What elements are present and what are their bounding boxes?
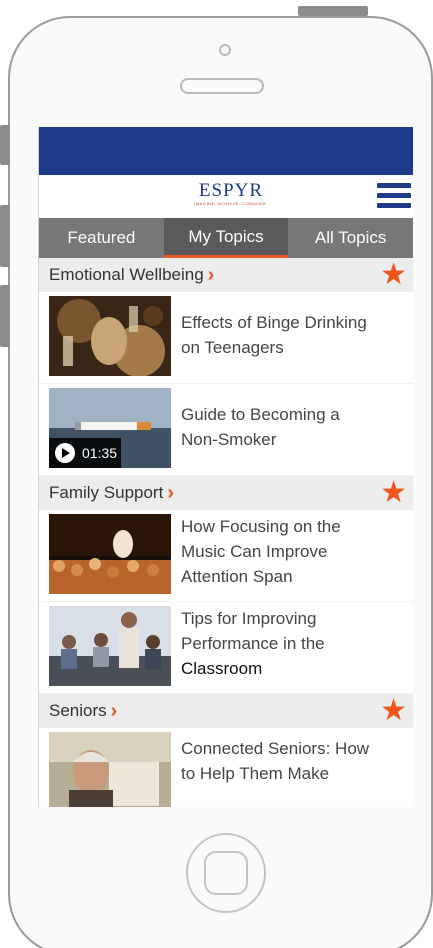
power-button bbox=[298, 6, 368, 16]
item-title[interactable]: Tips for Improving Performance in the Cl… bbox=[181, 606, 401, 681]
video-badge[interactable]: 01:35 bbox=[49, 438, 121, 468]
list-item[interactable]: Tips for Improving Performance in the Cl… bbox=[39, 602, 413, 694]
concert-crowd-thumbnail bbox=[49, 514, 171, 594]
play-icon[interactable] bbox=[55, 443, 75, 463]
section-header-family-support[interactable]: Family Support › ★ bbox=[39, 476, 413, 510]
app-header: ESPYR IMAGINE. ACHIEVE. CONQUER. bbox=[39, 175, 413, 218]
item-title[interactable]: How Focusing on the Music Can Improve At… bbox=[181, 514, 401, 589]
tab-featured[interactable]: Featured bbox=[39, 218, 164, 258]
device-mockup: ESPYR IMAGINE. ACHIEVE. CONQUER. Feature… bbox=[0, 0, 433, 948]
list-item[interactable]: Effects of Binge Drinking on Teenagers bbox=[39, 292, 413, 384]
logo-tagline: IMAGINE. ACHIEVE. CONQUER. bbox=[194, 201, 268, 206]
chevron-right-icon: › bbox=[110, 699, 118, 722]
earpiece-speaker bbox=[180, 78, 264, 94]
section-title: Emotional Wellbeing bbox=[49, 265, 204, 284]
star-icon[interactable]: ★ bbox=[380, 260, 407, 290]
espyr-logo[interactable]: ESPYR IMAGINE. ACHIEVE. CONQUER. bbox=[191, 181, 271, 207]
video-duration: 01:35 bbox=[82, 445, 118, 461]
chevron-right-icon: › bbox=[207, 263, 215, 286]
hamburger-menu-icon[interactable] bbox=[377, 183, 411, 213]
list-item[interactable]: How Focusing on the Music Can Improve At… bbox=[39, 510, 413, 602]
classroom-thumbnail bbox=[49, 606, 171, 686]
item-title[interactable]: Effects of Binge Drinking on Teenagers bbox=[181, 310, 401, 360]
list-item[interactable]: 01:35 Guide to Becoming a Non-Smoker bbox=[39, 384, 413, 476]
app-screen: ESPYR IMAGINE. ACHIEVE. CONQUER. Feature… bbox=[38, 127, 413, 807]
tab-my-topics[interactable]: My Topics bbox=[163, 218, 289, 258]
section-header-seniors[interactable]: Seniors › ★ bbox=[39, 694, 413, 728]
home-button-square-icon bbox=[204, 851, 248, 895]
party-drinks-thumbnail bbox=[49, 296, 171, 376]
volume-up-button bbox=[0, 205, 10, 267]
section-title: Family Support bbox=[49, 483, 164, 502]
chevron-right-icon: › bbox=[167, 481, 174, 504]
logo-wordmark: ESPYR bbox=[198, 180, 264, 201]
tab-all-topics[interactable]: All Topics bbox=[288, 218, 413, 258]
item-title[interactable]: Guide to Becoming a Non-Smoker bbox=[181, 402, 401, 452]
item-title[interactable]: Connected Seniors: How to Help Them Make bbox=[181, 736, 401, 786]
star-icon[interactable]: ★ bbox=[380, 478, 407, 508]
senior-man-thumbnail bbox=[49, 732, 171, 807]
section-header-emotional-wellbeing[interactable]: Emotional Wellbeing › ★ bbox=[39, 258, 413, 292]
status-bar bbox=[39, 127, 413, 175]
front-camera bbox=[219, 44, 231, 56]
mute-switch bbox=[0, 125, 10, 165]
topic-tabs: Featured My Topics All Topics bbox=[39, 218, 413, 258]
star-icon[interactable]: ★ bbox=[380, 696, 407, 726]
volume-down-button bbox=[0, 285, 10, 347]
list-item[interactable]: Connected Seniors: How to Help Them Make bbox=[39, 728, 413, 807]
section-title: Seniors bbox=[49, 701, 107, 720]
cigarette-thumbnail: 01:35 bbox=[49, 388, 171, 468]
